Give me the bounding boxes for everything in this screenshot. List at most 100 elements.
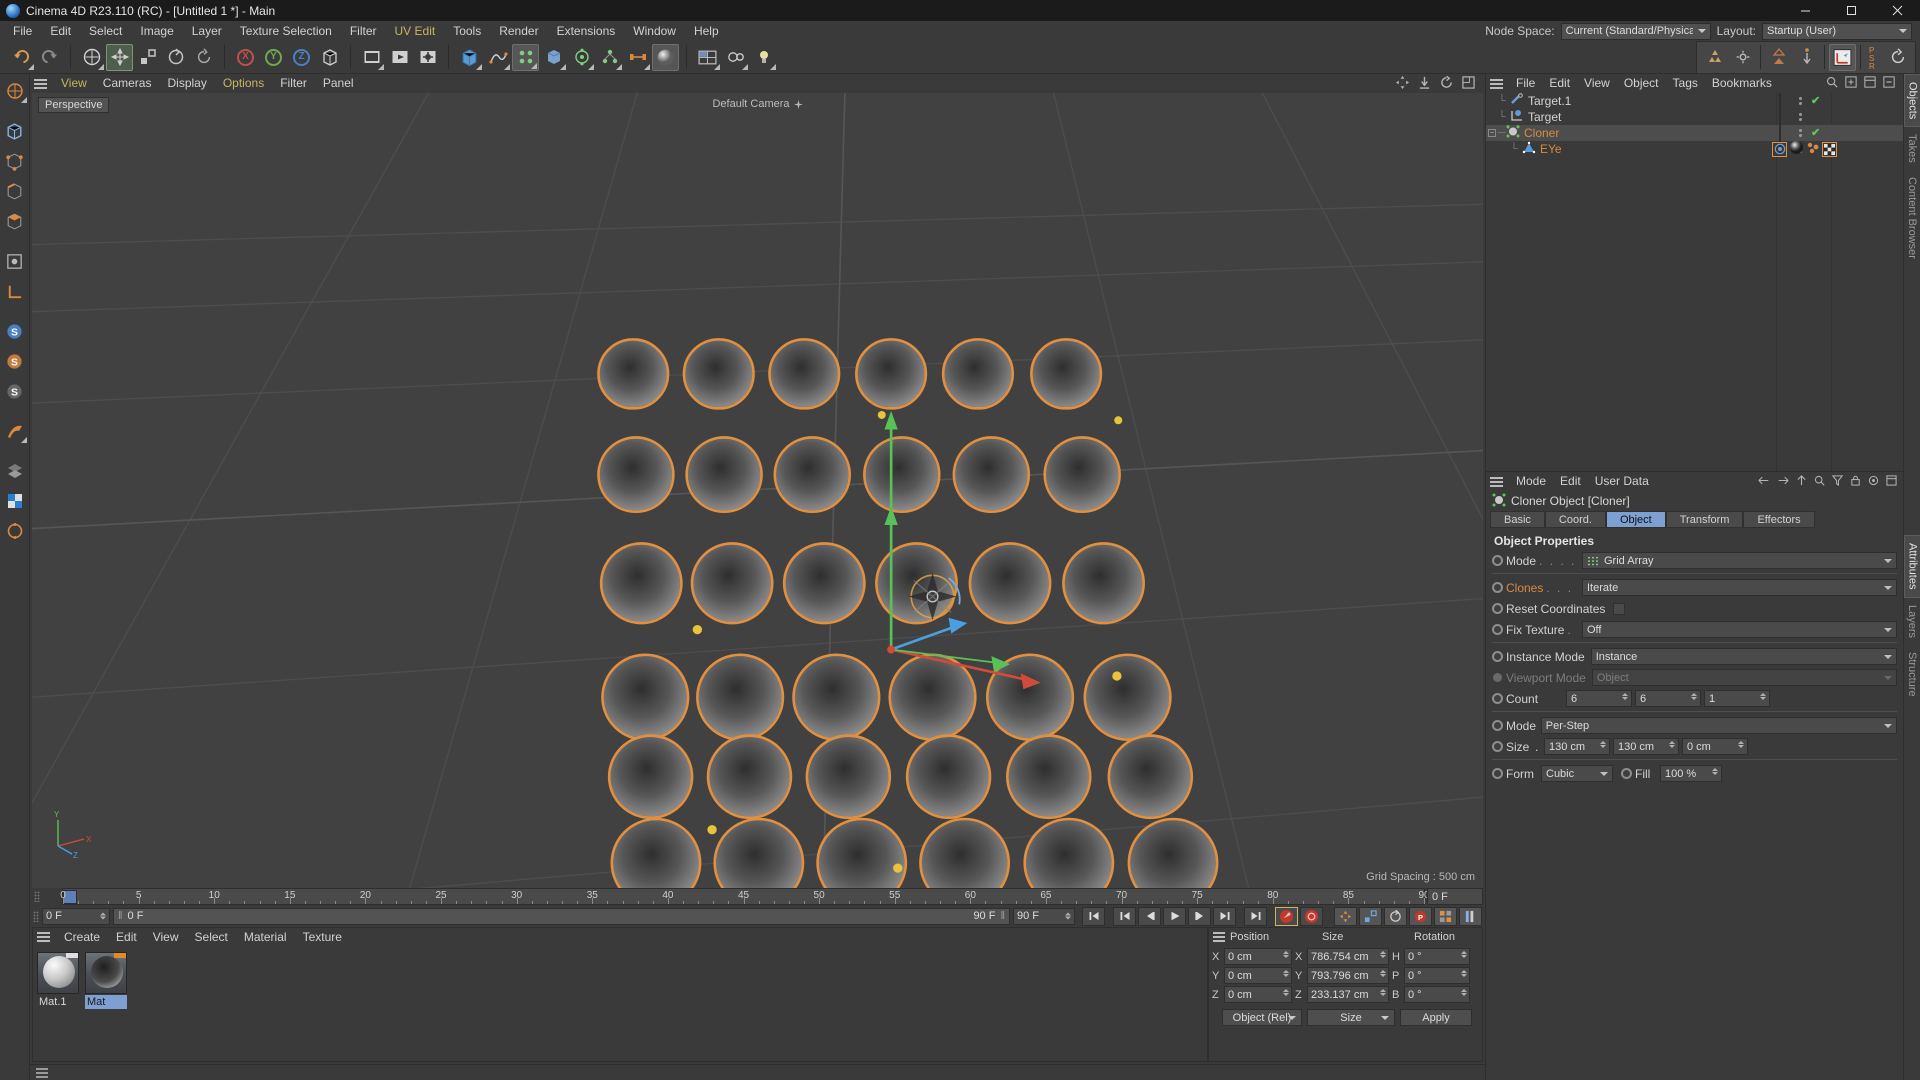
object-menu-view[interactable]: View [1577, 74, 1617, 93]
deformer-button[interactable] [568, 44, 595, 71]
checker-tag-icon[interactable] [1822, 141, 1837, 157]
current-frame-field[interactable]: 0 F [42, 907, 110, 925]
autokey-button[interactable] [1300, 906, 1323, 926]
render-settings-button[interactable] [414, 44, 441, 71]
move-tool-button[interactable] [106, 43, 133, 71]
point-mode-button[interactable] [2, 147, 28, 175]
count-x-field[interactable]: 6 [1566, 690, 1632, 707]
up-arrow-icon[interactable] [1796, 474, 1807, 489]
clones-animate-toggle[interactable] [1492, 582, 1503, 593]
form-select[interactable]: Cubic [1541, 765, 1613, 782]
spinner-icon[interactable] [1461, 970, 1467, 977]
position-y-field[interactable]: 0 cm [1224, 967, 1292, 984]
tab-transform[interactable]: Transform [1665, 511, 1744, 528]
go-to-start-button[interactable] [1082, 906, 1105, 926]
viewport-perspective-label[interactable]: Perspective [38, 97, 110, 113]
lock-z-axis-button[interactable]: Z [288, 44, 315, 71]
size-y-field[interactable]: 130 cm [1613, 738, 1679, 755]
size-mode-select[interactable]: Size [1307, 1009, 1395, 1026]
spinner-icon[interactable] [1461, 989, 1467, 996]
layout-select[interactable]: Startup (User) [1762, 22, 1912, 40]
coordinates-hamburger-icon[interactable] [1213, 932, 1225, 942]
count-z-field[interactable]: 1 [1704, 690, 1770, 707]
form-animate-toggle[interactable] [1492, 768, 1503, 779]
step-mode-select[interactable]: Per-Step [1540, 717, 1897, 734]
reset-coordinates-checkbox[interactable] [1613, 602, 1626, 615]
world-coordinate-button[interactable] [316, 44, 343, 71]
checker-pattern-button[interactable] [2, 487, 28, 515]
dot-column-icon[interactable] [1796, 97, 1804, 105]
lock-icon[interactable] [1850, 475, 1861, 489]
workplane-button[interactable]: S [2, 377, 28, 405]
count-animate-toggle[interactable] [1492, 693, 1503, 704]
tab-coord[interactable]: Coord. [1544, 511, 1606, 528]
material-name[interactable]: Mat.1 [37, 995, 79, 1009]
size-z-field[interactable]: 233.137 cm [1307, 986, 1389, 1003]
minimize-button[interactable] [1782, 0, 1828, 21]
edge-mode-button[interactable] [2, 177, 28, 205]
mode-animate-toggle[interactable] [1492, 555, 1503, 566]
count-y-field[interactable]: 6 [1635, 690, 1701, 707]
material-sphere-button[interactable] [652, 43, 679, 71]
size-x-field[interactable]: 130 cm [1544, 738, 1610, 755]
maximize-button[interactable] [1828, 0, 1874, 21]
generator-button[interactable] [540, 44, 567, 71]
viewport-menu-cameras[interactable]: Cameras [95, 74, 160, 93]
go-to-end-button[interactable] [1244, 906, 1267, 926]
mode-select[interactable]: Grid Array [1582, 552, 1897, 569]
step-mode-animate-toggle[interactable] [1492, 720, 1503, 731]
texture-tag-icon[interactable] [1772, 141, 1787, 157]
menu-select[interactable]: Select [80, 21, 131, 41]
spline-pen-button[interactable] [484, 44, 511, 71]
material-tag-icon[interactable] [1789, 140, 1804, 158]
size-y-field[interactable]: 793.796 cm [1307, 967, 1389, 984]
attribute-menu-mode[interactable]: Mode [1509, 472, 1553, 491]
panel-collapse-icon[interactable] [1883, 76, 1895, 91]
pan-view-icon[interactable] [1396, 75, 1409, 92]
camera-button[interactable] [722, 44, 749, 71]
fill-field[interactable]: 100 % [1660, 765, 1722, 782]
viewport-solo-button[interactable] [2, 417, 28, 445]
tab-basic[interactable]: Basic [1490, 511, 1545, 528]
key-position-button[interactable] [1334, 906, 1357, 926]
enabled-check-icon[interactable]: ✔ [1811, 95, 1820, 107]
viewport-menu-display[interactable]: Display [159, 74, 214, 93]
fix-texture-animate-toggle[interactable] [1492, 624, 1503, 635]
polygon-mode-button[interactable] [2, 207, 28, 235]
material-menu-texture[interactable]: Texture [295, 928, 350, 946]
material-menu-select[interactable]: Select [187, 928, 236, 946]
mode-selector-button[interactable] [2, 77, 28, 105]
attribute-hamburger-icon[interactable] [1490, 476, 1503, 487]
material-swatch[interactable] [85, 952, 127, 994]
menu-filter[interactable]: Filter [341, 21, 386, 41]
visibility-toggle[interactable] [1779, 93, 1781, 109]
menu-window[interactable]: Window [624, 21, 685, 41]
vtab-objects[interactable]: Objects [1903, 74, 1920, 128]
rotate-view-icon[interactable] [1440, 74, 1453, 92]
play-button[interactable] [1163, 906, 1186, 926]
viewport-menu-filter[interactable]: Filter [272, 74, 315, 93]
object-menu-object[interactable]: Object [1617, 74, 1666, 93]
timeline-ruler[interactable]: 0 5 10 15 20 25 30 35 40 45 50 55 60 65 70 75 80 85 90 [60, 888, 1430, 905]
attribute-menu-edit[interactable]: Edit [1553, 472, 1588, 491]
material-item[interactable]: Mat.1 [37, 952, 79, 1009]
fill-animate-toggle[interactable] [1621, 768, 1632, 779]
undo-button[interactable] [8, 44, 35, 71]
object-hamburger-icon[interactable] [1490, 78, 1503, 89]
key-scale-button[interactable] [1359, 906, 1382, 926]
expander-toggle[interactable]: − [1486, 129, 1498, 137]
object-menu-file[interactable]: File [1509, 74, 1542, 93]
spinner-icon[interactable] [1712, 768, 1718, 775]
lock-x-axis-button[interactable]: X [232, 44, 259, 71]
menu-extensions[interactable]: Extensions [548, 21, 625, 41]
material-menu-material[interactable]: Material [236, 928, 295, 946]
rotate-alt-button[interactable] [190, 44, 217, 71]
coordinate-system-select[interactable]: Object (Rel) [1222, 1009, 1302, 1026]
dot-column-icon[interactable] [1796, 129, 1804, 137]
snap-move-button[interactable] [1793, 44, 1820, 71]
visibility-toggle[interactable] [1779, 109, 1781, 125]
spinner-icon[interactable] [1622, 693, 1628, 700]
menu-help[interactable]: Help [685, 21, 728, 41]
recycle-icon-button[interactable] [1701, 44, 1728, 71]
redo-button[interactable] [36, 44, 63, 71]
